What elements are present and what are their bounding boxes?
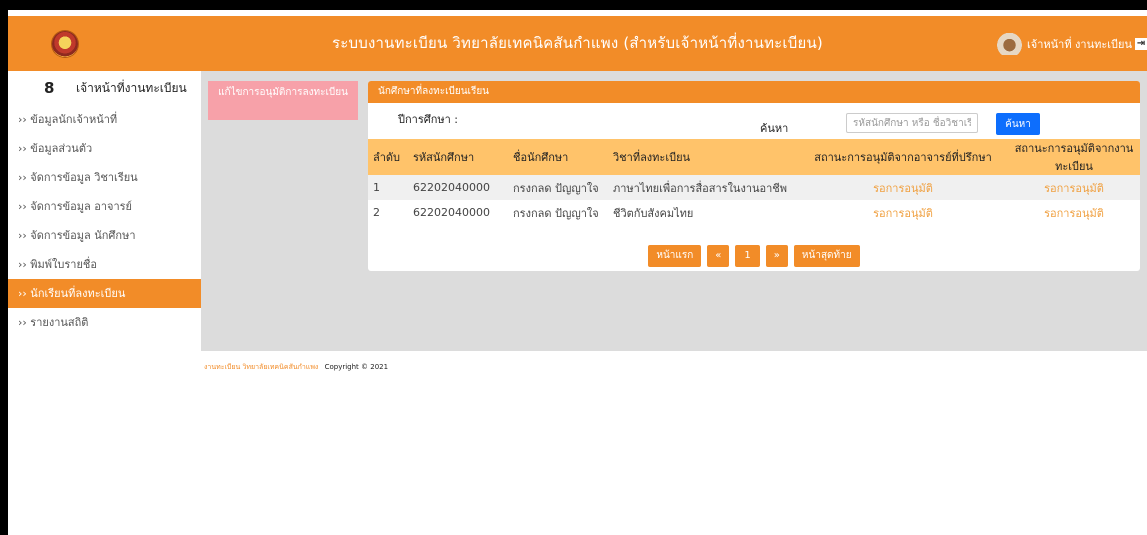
cell-name: กรงกลด ปัญญาใจ	[513, 206, 599, 220]
sidebar-item-manage-students[interactable]: ›› จัดการข้อมูล นักศึกษา	[8, 221, 201, 250]
sidebar-user: 8 เจ้าหน้าที่งานทะเบียน	[8, 71, 201, 105]
cell-no: 1	[368, 175, 408, 200]
cell-no: 2	[373, 206, 380, 219]
sidebar-item-staff-info[interactable]: ›› ข้อมูลนักเจ้าหน้าที่	[8, 105, 201, 134]
cell-subject: ภาษาไทยเพื่อการสื่อสารในงานอาชีพ	[608, 175, 798, 200]
user-menu[interactable]: เจ้าหน้าที่ งานทะเบียน ⇥	[992, 31, 1147, 57]
search-label: ค้นหา	[760, 122, 789, 135]
avatar[interactable]	[992, 33, 1023, 55]
page-number-button[interactable]: 1	[735, 245, 760, 267]
footer-org-link[interactable]: งานทะเบียน วิทยาลัยเทคนิคสันกำแพง	[204, 363, 318, 371]
column-header-registrar-status: สถานะการอนุมัติจากงานทะเบียน	[1003, 139, 1140, 175]
sidebar: 8 เจ้าหน้าที่งานทะเบียน ›› ข้อมูลนักเจ้า…	[8, 71, 201, 351]
column-header-no: ลำดับ	[368, 139, 408, 175]
column-header-student-id: รหัสนักศึกษา	[408, 139, 508, 175]
cell-subject: ชีวิตกับสังคมไทย	[613, 206, 694, 220]
column-header-subject: วิชาที่ลงทะเบียน	[608, 139, 798, 175]
registered-students-panel: นักศึกษาที่ลงทะเบียนเรียน ปีการศึกษา : ค…	[368, 81, 1140, 271]
table-row: 1 62202040000 กรงกลด ปัญญาใจ ภาษาไทยเพื่…	[368, 175, 1140, 200]
footer: งานทะเบียน วิทยาลัยเทคนิคสันกำแพง Copyri…	[204, 362, 388, 373]
last-page-button[interactable]: หน้าสุดท้าย	[793, 245, 860, 267]
header-bar: ระบบงานทะเบียน วิทยาลัยเทคนิคสันกำแพง (ส…	[8, 16, 1147, 71]
first-page-button[interactable]: หน้าแรก	[648, 245, 702, 267]
user-icon: 8	[44, 79, 55, 97]
column-header-advisor-status: สถานะการอนุมัติจากอาจารย์ที่ปรึกษา	[798, 139, 1003, 175]
sidebar-item-personal-info[interactable]: ›› ข้อมูลส่วนตัว	[8, 134, 201, 163]
column-header-name: ชื่อนักศึกษา	[508, 139, 608, 175]
pagination: หน้าแรก « 1 » หน้าสุดท้าย	[368, 245, 1140, 267]
cell-student-id: 62202040000	[408, 175, 508, 200]
search-button[interactable]: ค้นหา	[996, 113, 1040, 135]
registrar-status-link[interactable]: รอการอนุมัติ	[1003, 200, 1140, 225]
panel-title: นักศึกษาที่ลงทะเบียนเรียน	[368, 81, 1140, 103]
search-input[interactable]	[846, 113, 978, 133]
sidebar-item-registered-students[interactable]: ›› นักเรียนที่ลงทะเบียน	[8, 279, 201, 308]
cell-student-id: 62202040000	[413, 206, 490, 219]
next-page-button[interactable]: »	[765, 245, 788, 267]
footer-copyright: Copyright © 2021	[324, 363, 389, 371]
app-window: ระบบงานทะเบียน วิทยาลัยเทคนิคสันกำแพง (ส…	[8, 10, 1147, 535]
sidebar-item-manage-subjects[interactable]: ›› จัดการข้อมูล วิชาเรียน	[8, 163, 201, 192]
table-header-row: ลำดับ รหัสนักศึกษา ชื่อนักศึกษา วิชาที่ล…	[368, 139, 1140, 175]
academic-year-label: ปีการศึกษา :	[398, 113, 459, 126]
app-title: ระบบงานทะเบียน วิทยาลัยเทคนิคสันกำแพง (ส…	[332, 34, 823, 52]
user-name[interactable]: เจ้าหน้าที่ งานทะเบียน	[1027, 35, 1132, 53]
edit-approval-button[interactable]: แก้ไขการอนุมัติการลงทะเบียน	[208, 81, 358, 120]
sidebar-item-print-list[interactable]: ›› พิมพ์ใบรายชื่อ	[8, 250, 201, 279]
sidebar-user-label: เจ้าหน้าที่งานทะเบียน	[76, 80, 187, 95]
registrar-status-link[interactable]: รอการอนุมัติ	[1003, 175, 1140, 200]
sidebar-item-manage-teachers[interactable]: ›› จัดการข้อมูล อาจารย์	[8, 192, 201, 221]
table-row: 2 62202040000 กรงกลด ปัญญาใจ ชีวิตกับสัง…	[368, 200, 1140, 225]
sidebar-item-statistics[interactable]: ›› รายงานสถิติ	[8, 308, 201, 337]
cell-name: กรงกลด ปัญญาใจ	[508, 175, 608, 200]
advisor-status-link[interactable]: รอการอนุมัติ	[798, 175, 1003, 200]
logout-icon[interactable]: ⇥	[1135, 38, 1147, 50]
filter-row: ปีการศึกษา : ค้นหา ค้นหา	[368, 103, 1140, 139]
advisor-status-link[interactable]: รอการอนุมัติ	[798, 200, 1003, 225]
prev-page-button[interactable]: «	[707, 245, 730, 267]
students-table: ลำดับ รหัสนักศึกษา ชื่อนักศึกษา วิชาที่ล…	[368, 139, 1140, 225]
